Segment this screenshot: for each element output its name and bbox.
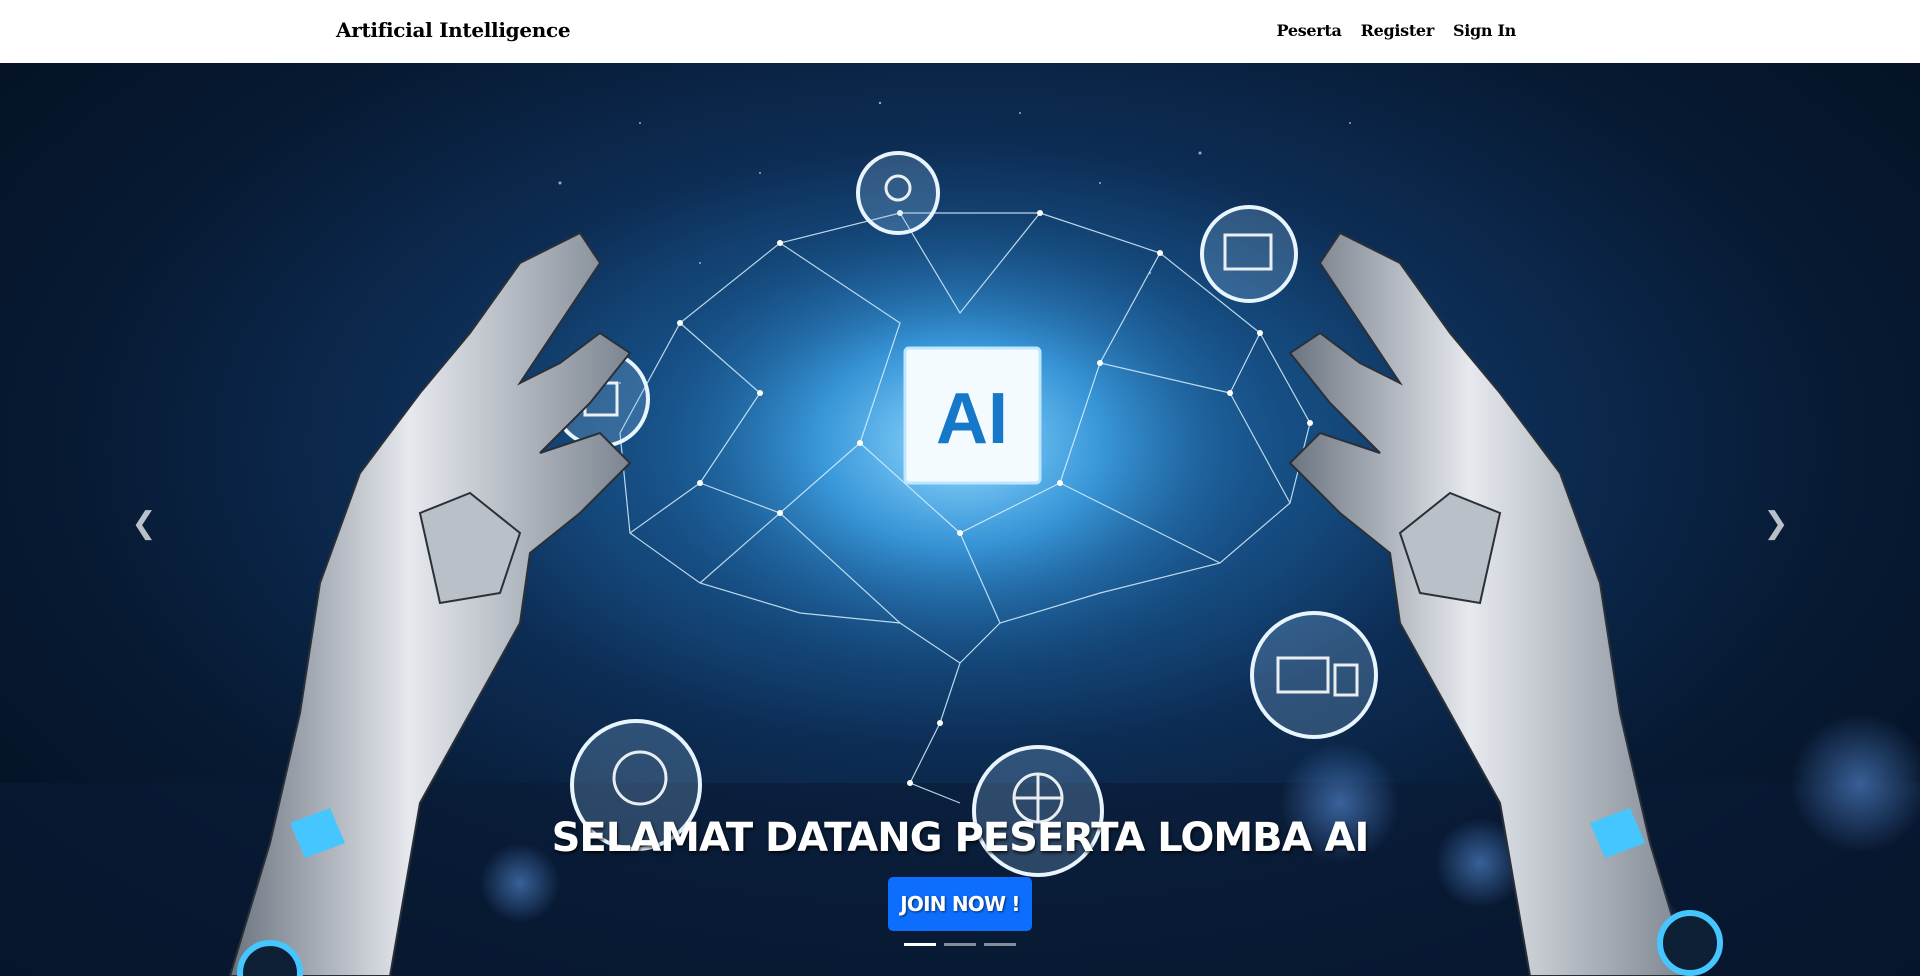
carousel-indicator-3[interactable] bbox=[984, 943, 1016, 946]
nav-link-peserta[interactable]: Peserta bbox=[1277, 21, 1342, 40]
join-now-button[interactable]: JOIN NOW ! bbox=[888, 877, 1032, 931]
ai-logo-text: AI bbox=[936, 379, 1008, 459]
hero-title: SELAMAT DATANG PESERTA LOMBA AI bbox=[551, 815, 1370, 861]
nav-link-register[interactable]: Register bbox=[1361, 21, 1435, 40]
chevron-left-icon: ❮ bbox=[131, 505, 157, 541]
nav-links: Peserta Register Sign In bbox=[1277, 21, 1517, 40]
carousel-indicator-2[interactable] bbox=[944, 943, 976, 946]
carousel-indicators bbox=[904, 943, 1016, 946]
carousel-next-button[interactable]: ❯ bbox=[1756, 503, 1796, 543]
nav-link-sign-in[interactable]: Sign In bbox=[1453, 21, 1516, 40]
carousel-prev-button[interactable]: ❮ bbox=[124, 503, 164, 543]
brand-link[interactable]: Artificial Intelligence bbox=[336, 18, 571, 42]
top-navbar: Artificial Intelligence Peserta Register… bbox=[0, 0, 1920, 63]
hero-carousel: AI ❮ ❯ SELAMAT DATANG PESERTA LOMBA AI J… bbox=[0, 63, 1920, 976]
carousel-indicator-1[interactable] bbox=[904, 943, 936, 946]
carousel-caption: SELAMAT DATANG PESERTA LOMBA AI bbox=[0, 815, 1920, 861]
chevron-right-icon: ❯ bbox=[1763, 505, 1789, 541]
